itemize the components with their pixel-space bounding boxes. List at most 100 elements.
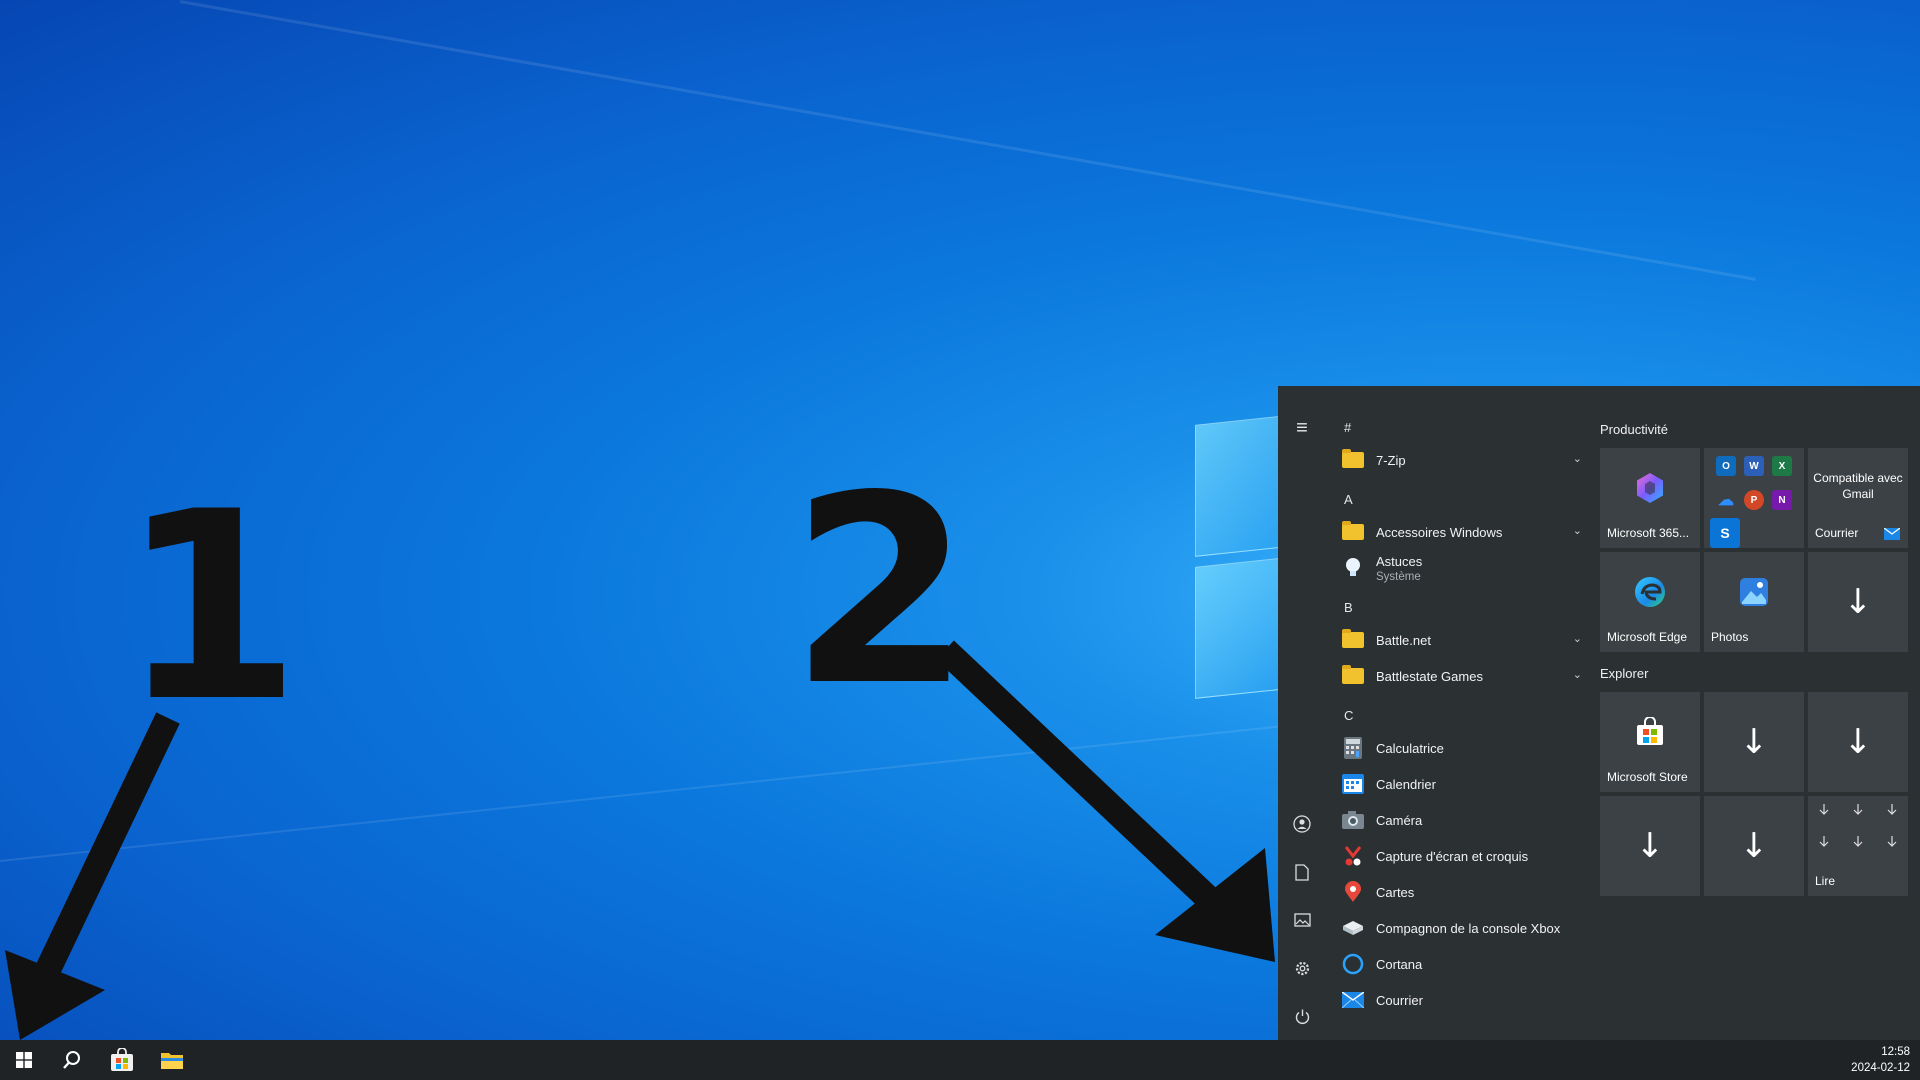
cortana-icon — [1342, 953, 1364, 975]
app-label: Cartes — [1376, 884, 1415, 900]
app-label: Courrier — [1376, 992, 1423, 1008]
search-icon — [63, 1051, 80, 1069]
powerpoint-icon[interactable]: P — [1744, 490, 1764, 510]
folder-icon — [1342, 521, 1364, 543]
clock-time: 12:58 — [1881, 1046, 1910, 1058]
app-battlestate-games[interactable]: Battlestate Games ⌄ — [1334, 659, 1584, 693]
folder-icon — [1342, 665, 1364, 687]
app-astuces[interactable]: Astuces Système — [1334, 549, 1584, 587]
app-cortana[interactable]: Cortana — [1334, 947, 1584, 981]
maps-pin-icon — [1342, 881, 1364, 903]
download-arrow-icon: ↓ — [1739, 722, 1769, 762]
settings-gear-icon[interactable] — [1286, 952, 1318, 984]
list-letter-header[interactable]: # — [1344, 420, 1351, 435]
app-label: Caméra — [1376, 812, 1423, 828]
tile-courrier-header: Compatible avec Gmail — [1813, 471, 1903, 501]
app-accessoires-windows[interactable]: Accessoires Windows ⌄ — [1334, 515, 1584, 549]
start-menu: ≡ # 7-Zip ⌄ A Accessoires Windows ⌄ Astu… — [1278, 386, 1920, 1040]
tile-microsoft-edge[interactable]: Microsoft Edge — [1600, 552, 1700, 652]
tile-microsoft-store[interactable]: Microsoft Store — [1600, 692, 1700, 792]
tile-photos[interactable]: Photos — [1704, 552, 1804, 652]
windows-logo-icon — [16, 1052, 32, 1068]
app-battlenet[interactable]: Battle.net ⌄ — [1334, 623, 1584, 657]
app-cartes[interactable]: Cartes — [1334, 875, 1584, 909]
app-label: Calculatrice — [1376, 740, 1444, 756]
tile-courrier[interactable]: Compatible avec Gmail Courrier — [1808, 448, 1908, 548]
app-sublabel: Système — [1376, 570, 1421, 583]
tile-microsoft-365[interactable]: Microsoft 365... — [1600, 448, 1700, 548]
app-label: Battle.net — [1376, 632, 1431, 648]
microsoft-365-icon — [1600, 448, 1700, 528]
photos-icon — [1704, 552, 1804, 632]
app-camera[interactable]: Caméra — [1334, 803, 1584, 837]
tile-pending-download[interactable]: ↓ — [1808, 692, 1908, 792]
app-courrier[interactable]: Courrier — [1334, 983, 1584, 1017]
tile-lire-folder[interactable]: Lire — [1808, 796, 1908, 896]
power-icon[interactable] — [1286, 1000, 1318, 1032]
download-arrows-grid-icon — [1819, 804, 1897, 847]
tile-pending-download[interactable]: ↓ — [1600, 796, 1700, 896]
list-letter-header[interactable]: B — [1344, 600, 1353, 615]
mail-icon — [1884, 528, 1900, 540]
download-arrow-icon: ↓ — [1739, 826, 1769, 866]
excel-icon[interactable]: X — [1772, 456, 1792, 476]
app-calculatrice[interactable]: Calculatrice — [1334, 731, 1584, 765]
group-title-productivite[interactable]: Productivité — [1600, 422, 1668, 437]
calendar-icon — [1342, 773, 1364, 795]
list-letter-header[interactable]: A — [1344, 492, 1353, 507]
app-label: Astuces Système — [1376, 554, 1422, 583]
tile-label: Microsoft Store — [1607, 770, 1688, 784]
clock-date: 2024-02-12 — [1851, 1062, 1910, 1074]
file-explorer-icon — [161, 1053, 183, 1069]
group-title-explorer[interactable]: Explorer — [1600, 666, 1648, 681]
list-letter-header[interactable]: C — [1344, 708, 1353, 723]
app-label-main: Astuces — [1376, 553, 1423, 569]
taskbar-file-explorer[interactable] — [148, 1040, 196, 1080]
folder-icon — [1342, 449, 1364, 471]
arrow-2-head — [1155, 848, 1275, 962]
hamburger-menu-icon[interactable]: ≡ — [1286, 412, 1318, 444]
pictures-icon[interactable] — [1286, 904, 1318, 936]
download-arrow-icon: ↓ — [1635, 826, 1665, 866]
tile-pending-download[interactable]: ↓ — [1808, 552, 1908, 652]
search-button[interactable] — [48, 1040, 96, 1080]
taskbar: 12:58 2024-02-12 — [0, 1040, 1920, 1080]
app-list: # 7-Zip ⌄ A Accessoires Windows ⌄ Astuce… — [1334, 386, 1584, 1040]
user-account-icon[interactable] — [1286, 808, 1318, 840]
app-7zip[interactable]: 7-Zip ⌄ — [1334, 443, 1584, 477]
store-bag-icon — [1600, 692, 1700, 772]
outlook-icon[interactable]: O — [1716, 456, 1736, 476]
word-icon[interactable]: W — [1744, 456, 1764, 476]
windows-logo-pane — [1195, 557, 1287, 699]
onenote-icon[interactable]: N — [1772, 490, 1792, 510]
arrow-2-shaft — [936, 640, 1219, 910]
onedrive-icon[interactable]: ☁ — [1716, 490, 1736, 510]
chevron-down-icon: ⌄ — [1572, 525, 1582, 537]
tile-pending-download[interactable]: ↓ — [1704, 796, 1804, 896]
camera-icon — [1342, 809, 1364, 831]
app-calendrier[interactable]: Calendrier — [1334, 767, 1584, 801]
documents-icon[interactable] — [1286, 856, 1318, 888]
chevron-down-icon: ⌄ — [1572, 633, 1582, 645]
light-beam — [179, 0, 1756, 281]
download-arrow-icon: ↓ — [1843, 582, 1873, 622]
start-button[interactable] — [0, 1040, 48, 1080]
chevron-down-icon: ⌄ — [1572, 453, 1582, 465]
app-label: Accessoires Windows — [1376, 524, 1503, 540]
system-clock[interactable]: 12:58 2024-02-12 — [1851, 1044, 1910, 1076]
tile-label: Lire — [1815, 874, 1836, 888]
xbox-icon — [1342, 917, 1364, 939]
lightbulb-icon — [1342, 557, 1364, 579]
download-arrow-icon: ↓ — [1843, 722, 1873, 762]
mail-icon — [1342, 989, 1364, 1011]
skype-icon[interactable]: S — [1710, 518, 1740, 548]
store-bag-icon — [111, 1048, 133, 1071]
taskbar-microsoft-store[interactable] — [98, 1040, 146, 1080]
app-label: Capture d'écran et croquis — [1376, 848, 1529, 864]
tile-pending-download[interactable]: ↓ — [1704, 692, 1804, 792]
app-capture-ecran[interactable]: Capture d'écran et croquis — [1334, 839, 1584, 873]
arrow-1-head — [5, 950, 105, 1040]
calculator-icon — [1342, 737, 1364, 759]
tile-office-apps-folder[interactable]: O W X ☁ P N S — [1704, 448, 1804, 548]
app-xbox-companion[interactable]: Compagnon de la console Xbox — [1334, 911, 1584, 945]
